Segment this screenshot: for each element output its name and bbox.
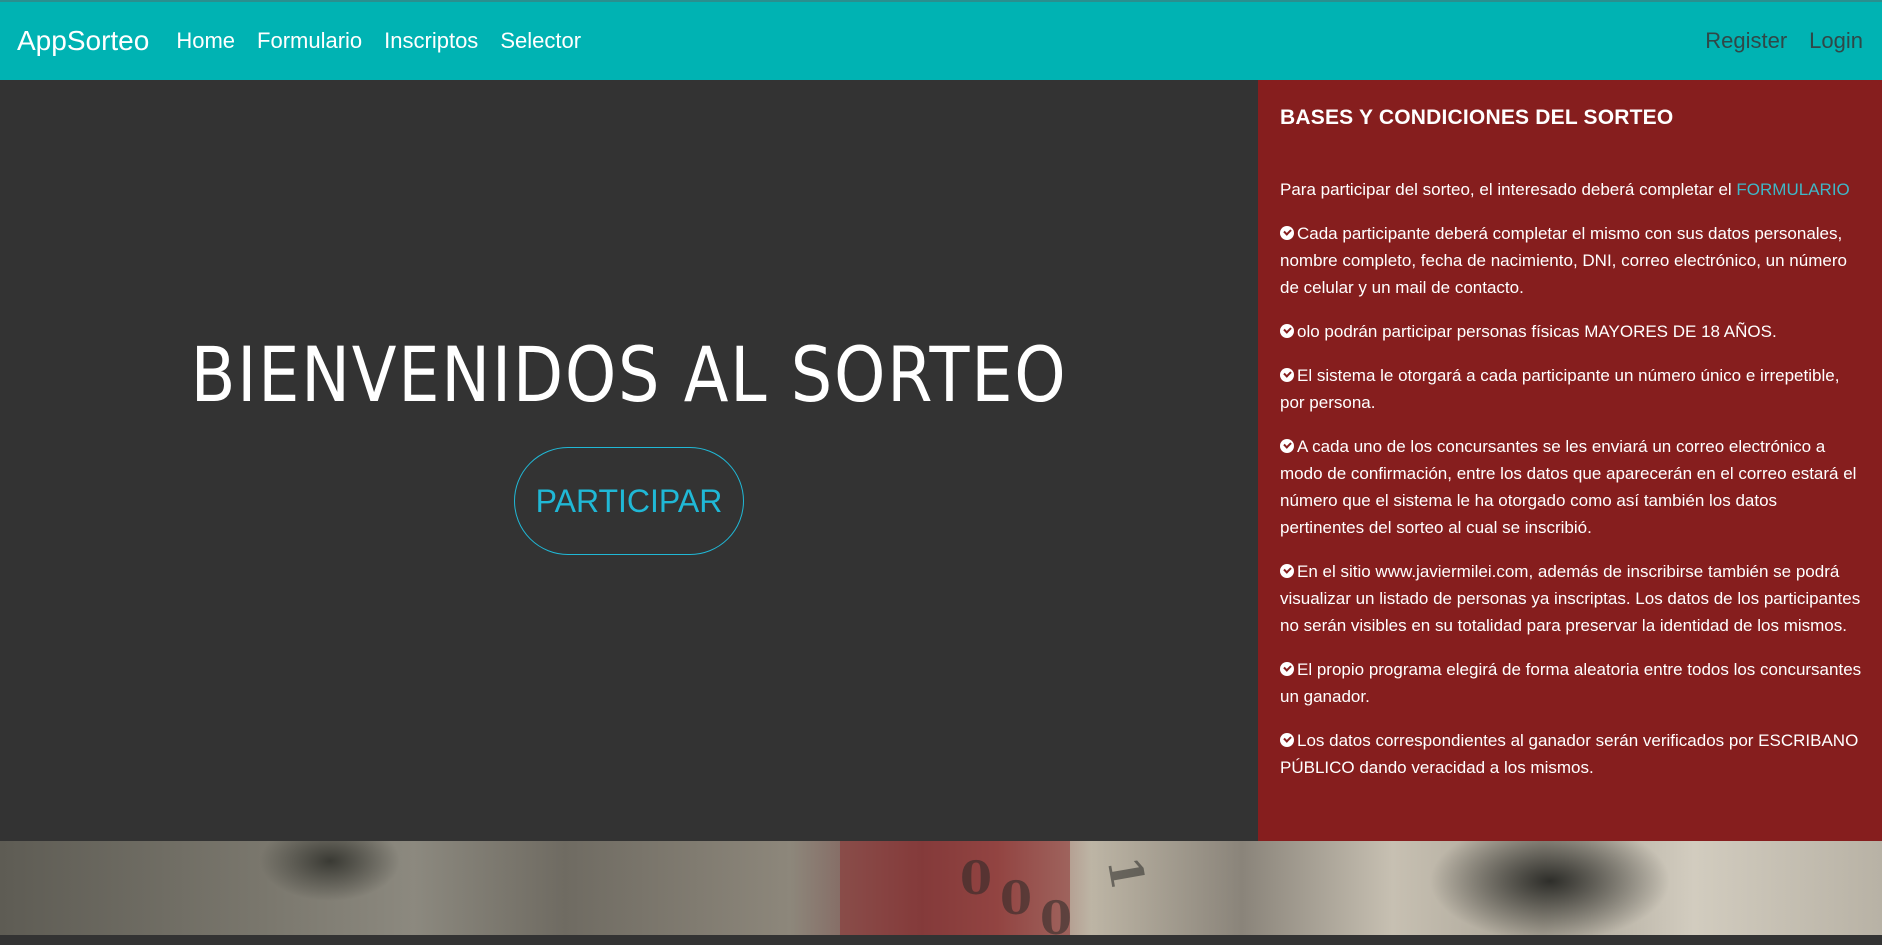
rule-text: El sistema le otorgará a cada participan…	[1280, 366, 1840, 412]
nav-selector-link[interactable]: Selector	[489, 28, 592, 54]
top-navbar: AppSorteo Home Formulario Inscriptos Sel…	[0, 0, 1882, 80]
rule-item: Los datos correspondientes al ganador se…	[1280, 727, 1862, 781]
rule-item: El propio programa elegirá de forma alea…	[1280, 656, 1862, 710]
rule-text: Cada participante deberá completar el mi…	[1280, 224, 1847, 297]
main-nav: Home Formulario Inscriptos Selector	[165, 28, 592, 54]
rules-panel: BASES Y CONDICIONES DEL SORTEO Para part…	[1258, 80, 1882, 841]
rules-heading: BASES Y CONDICIONES DEL SORTEO	[1280, 106, 1674, 129]
rule-text: El propio programa elegirá de forma alea…	[1280, 660, 1862, 706]
rule-text: En el sitio www.javiermilei.com, además …	[1280, 562, 1861, 635]
money-background-image: 0 0 0 1	[0, 841, 1882, 945]
participar-button[interactable]: PARTICIPAR	[514, 447, 744, 555]
nav-formulario-link[interactable]: Formulario	[246, 28, 373, 54]
check-circle-icon	[1280, 564, 1294, 578]
rule-item: El sistema le otorgará a cada participan…	[1280, 362, 1862, 416]
brand-logo-link[interactable]: AppSorteo	[17, 25, 149, 57]
nav-inscriptos-link[interactable]: Inscriptos	[373, 28, 489, 54]
check-circle-icon	[1280, 368, 1294, 382]
login-link[interactable]: Login	[1798, 28, 1874, 54]
money-band	[840, 841, 1070, 935]
check-circle-icon	[1280, 439, 1294, 453]
rule-text: A cada uno de los concursantes se les en…	[1280, 437, 1857, 537]
banknote-digit: 0	[1000, 871, 1033, 925]
register-link[interactable]: Register	[1694, 28, 1798, 54]
banknote-digit: 0	[960, 851, 993, 905]
auth-nav: Register Login	[1694, 28, 1874, 54]
check-circle-icon	[1280, 733, 1294, 747]
rules-intro-text: Para participar del sorteo, el interesad…	[1280, 180, 1737, 199]
hero-title: BIENVENIDOS AL SORTEO	[190, 330, 1068, 419]
formulario-link[interactable]: FORMULARIO	[1736, 180, 1849, 199]
rule-text: olo podrán participar personas físicas M…	[1297, 322, 1777, 341]
rule-item: olo podrán participar personas físicas M…	[1280, 318, 1862, 345]
check-circle-icon	[1280, 324, 1294, 338]
banknote-digit: 0	[1040, 891, 1073, 945]
rules-intro: Para participar del sorteo, el interesad…	[1280, 176, 1862, 203]
rule-item: Cada participante deberá completar el mi…	[1280, 220, 1862, 301]
banknote-digit: 1	[1096, 852, 1156, 894]
rule-item: A cada uno de los concursantes se les en…	[1280, 433, 1862, 541]
nav-home-link[interactable]: Home	[165, 28, 246, 54]
rule-text: Los datos correspondientes al ganador se…	[1280, 731, 1859, 777]
rule-item: En el sitio www.javiermilei.com, además …	[1280, 558, 1862, 639]
check-circle-icon	[1280, 662, 1294, 676]
hero-section: BIENVENIDOS AL SORTEO PARTICIPAR	[0, 80, 1258, 841]
check-circle-icon	[1280, 226, 1294, 240]
